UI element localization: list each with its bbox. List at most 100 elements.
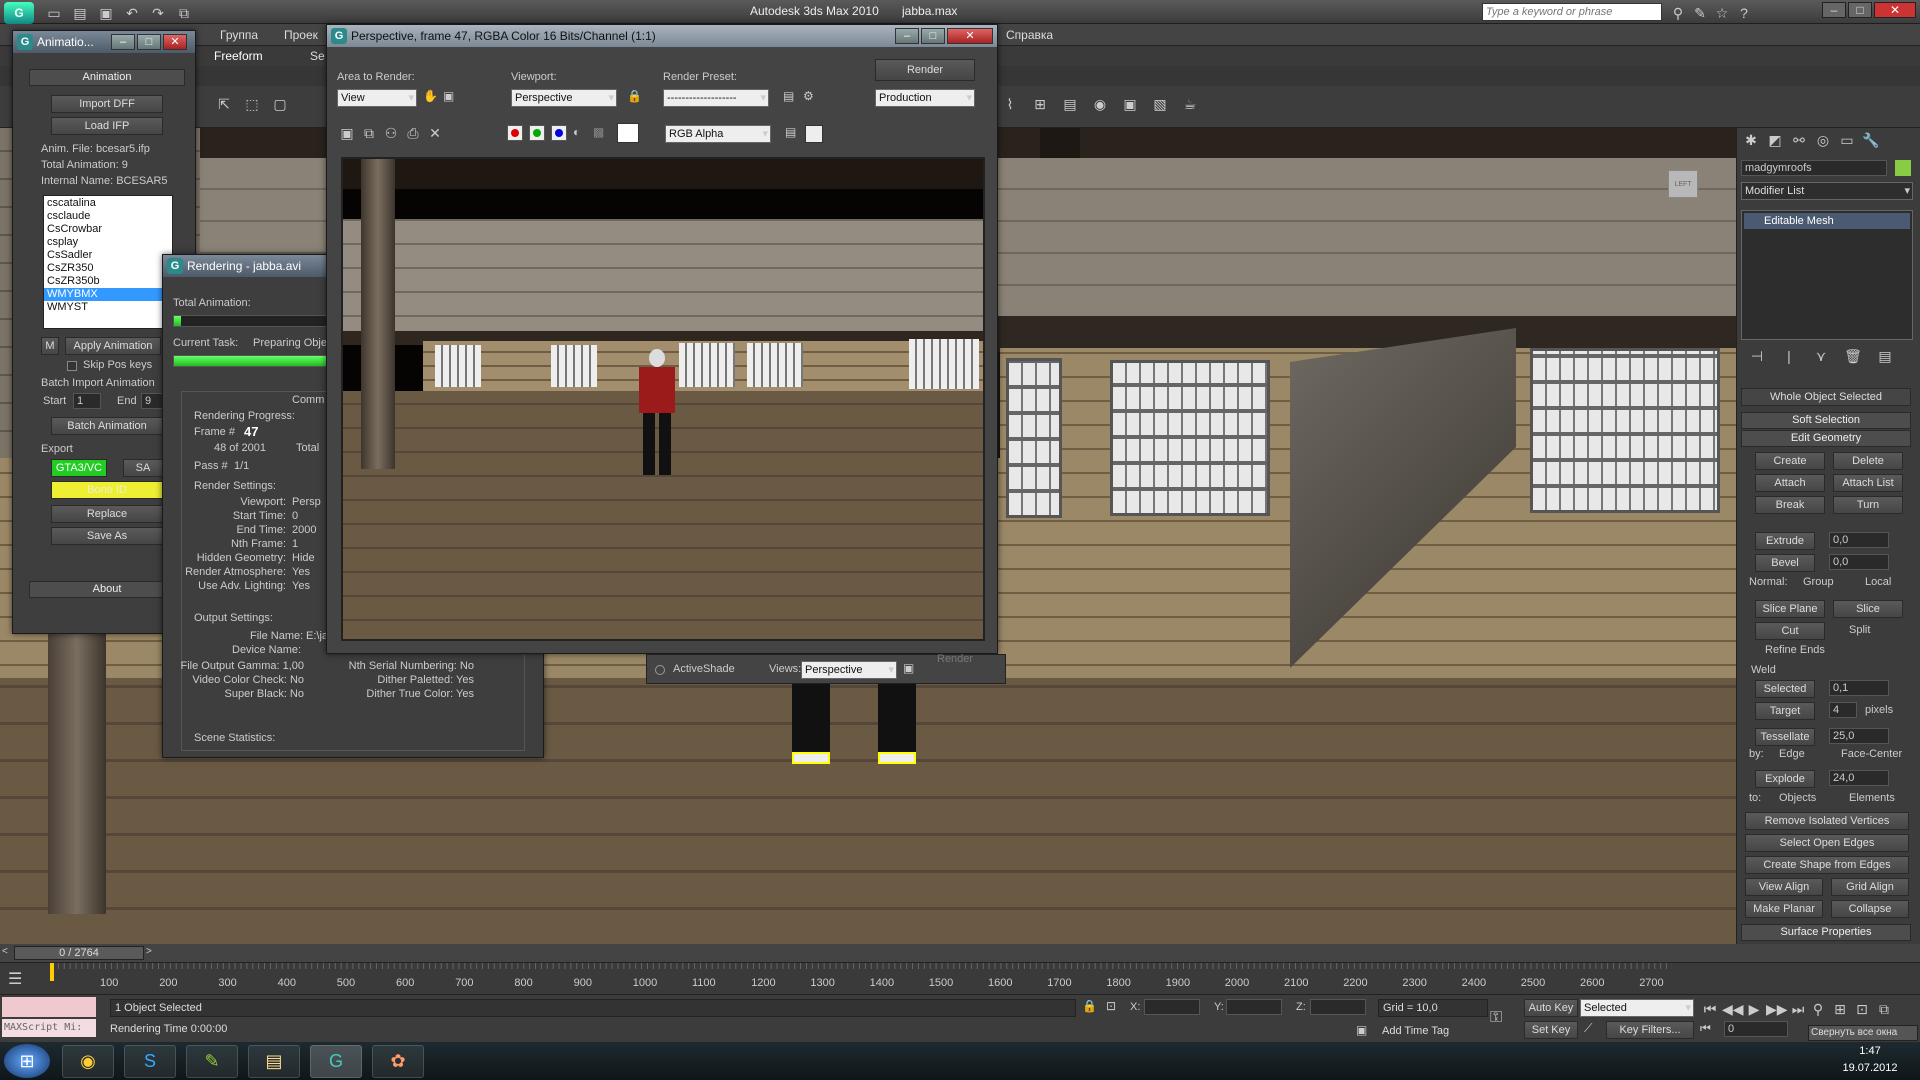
channel-display-dropdown[interactable]: RGB Alpha: [665, 125, 771, 143]
object-color-swatch[interactable]: [1895, 160, 1911, 176]
create-tab-icon[interactable]: ✱: [1741, 130, 1761, 150]
import-dff-button[interactable]: Import DFF: [51, 95, 163, 113]
layer-manager-icon[interactable]: ▤: [1060, 94, 1080, 114]
modify-tab-icon[interactable]: ◩: [1765, 130, 1785, 150]
render-button[interactable]: Render: [875, 59, 975, 81]
z-coord-field[interactable]: [1310, 999, 1366, 1015]
time-tag-icon[interactable]: ▣: [1356, 1023, 1374, 1039]
toggle-ui-icon[interactable]: [805, 125, 823, 143]
display-tab-icon[interactable]: ▭: [1837, 130, 1857, 150]
make-unique-icon[interactable]: ⋎: [1811, 346, 1831, 366]
remove-isolated-vertices-button[interactable]: Remove Isolated Vertices: [1745, 812, 1909, 830]
key-filters-button[interactable]: Key Filters...: [1606, 1021, 1694, 1039]
help-icon[interactable]: ?: [1734, 3, 1754, 23]
anim-close-button[interactable]: ✕: [163, 34, 187, 50]
animation-rollout[interactable]: Animation: [29, 69, 185, 86]
create-shape-from-edges-button[interactable]: Create Shape from Edges: [1745, 856, 1909, 874]
select-object-icon[interactable]: ⇱: [214, 94, 234, 114]
show-end-result-icon[interactable]: |: [1779, 346, 1799, 366]
binoculars-icon[interactable]: ⚲: [1668, 3, 1688, 23]
absolute-mode-icon[interactable]: ⊡: [1106, 999, 1124, 1017]
menu-project[interactable]: Проек: [284, 28, 318, 42]
edit-geometry-rollout[interactable]: Edit Geometry: [1741, 430, 1911, 447]
time-next-button[interactable]: >: [146, 946, 158, 960]
app-logo-icon[interactable]: G: [4, 2, 34, 24]
animation-list-item[interactable]: WMYBMX: [44, 288, 172, 301]
ribbon-tab-freeform[interactable]: Freeform: [214, 49, 263, 63]
slice-plane-button[interactable]: Slice Plane: [1755, 600, 1825, 618]
add-time-tag[interactable]: Add Time Tag: [1382, 1025, 1449, 1037]
menu-group[interactable]: Группа: [220, 28, 258, 42]
utilities-tab-icon[interactable]: 🔧: [1861, 130, 1881, 150]
weld-target-button[interactable]: Target: [1755, 702, 1815, 720]
key-mode-icon[interactable]: ⟋: [1584, 1021, 1602, 1039]
window-crossing-icon[interactable]: ▢: [270, 94, 290, 114]
object-name-field[interactable]: madgymroofs: [1741, 160, 1887, 176]
star-icon[interactable]: ☆: [1712, 3, 1732, 23]
make-planar-button[interactable]: Make Planar: [1745, 900, 1823, 918]
skype-icon[interactable]: S: [124, 1045, 176, 1078]
bone-id-button[interactable]: Bone ID: [51, 481, 163, 499]
delete-button[interactable]: Delete: [1833, 452, 1903, 470]
anim-maximize-button[interactable]: □: [137, 34, 161, 50]
material-editor-icon[interactable]: ◉: [1090, 94, 1110, 114]
current-frame-field[interactable]: 0: [1724, 1021, 1788, 1037]
surface-properties-rollout[interactable]: Surface Properties: [1741, 924, 1911, 941]
animation-list[interactable]: cscatalina csclaude CsCrowbar csplay CsSadle…: [43, 195, 173, 329]
local-radio[interactable]: Local: [1865, 576, 1891, 588]
menu-help[interactable]: Справка: [1006, 28, 1053, 42]
save-as-button[interactable]: Save As: [51, 527, 163, 545]
extrude-button[interactable]: Extrude: [1755, 532, 1815, 550]
window-maximize-button[interactable]: □: [1848, 2, 1872, 18]
track-bar[interactable]: ☰ 100 200 300 400 500 600 700 800 900 1000 1100 120…: [0, 962, 1920, 995]
start-button[interactable]: ⊞: [4, 1044, 50, 1078]
animation-list-item[interactable]: WMYST: [44, 301, 172, 314]
alpha-channel-icon[interactable]: ◐: [573, 125, 589, 141]
red-channel-icon[interactable]: [507, 125, 523, 141]
chrome-icon[interactable]: ◉: [62, 1045, 114, 1078]
rect-select-icon[interactable]: ⬚: [242, 94, 262, 114]
set-key-icon[interactable]: ⚿: [1490, 1009, 1516, 1027]
start-field[interactable]: 1: [73, 393, 101, 409]
blue-channel-icon[interactable]: [551, 125, 567, 141]
animation-list-item[interactable]: csplay: [44, 236, 172, 249]
frame-minimize-button[interactable]: –: [895, 28, 919, 44]
animation-list-item[interactable]: csclaude: [44, 210, 172, 223]
go-to-start-icon[interactable]: ⏮: [1700, 999, 1720, 1019]
views-dropdown[interactable]: Perspective: [801, 661, 897, 679]
render-production-icon[interactable]: ☕: [1180, 94, 1200, 114]
time-prev-button[interactable]: <: [2, 946, 14, 960]
play-icon[interactable]: ▶: [1744, 999, 1764, 1019]
next-frame-icon[interactable]: ▶▶: [1766, 999, 1788, 1019]
slice-button[interactable]: Slice: [1833, 600, 1903, 618]
pin-stack-icon[interactable]: ⊣: [1747, 346, 1767, 366]
notepad-icon[interactable]: ✎: [186, 1045, 238, 1078]
clone-frame-icon[interactable]: ⚇: [381, 123, 401, 143]
attach-button[interactable]: Attach: [1755, 474, 1825, 492]
elements-radio[interactable]: Elements: [1849, 792, 1895, 804]
auto-key-button[interactable]: Auto Key: [1524, 999, 1578, 1017]
modifier-list-dropdown[interactable]: Modifier List: [1741, 182, 1913, 200]
face-center-radio[interactable]: Face-Center: [1841, 748, 1902, 760]
green-channel-icon[interactable]: [529, 125, 545, 141]
area-to-render-dropdown[interactable]: View: [337, 89, 417, 107]
motion-tab-icon[interactable]: ◎: [1813, 130, 1833, 150]
maxscript-listener[interactable]: MAXScript Mi:: [2, 1019, 96, 1037]
window-minimize-button[interactable]: –: [1822, 2, 1846, 18]
maxscript-pink[interactable]: [2, 997, 96, 1017]
production-dropdown[interactable]: Production: [875, 89, 975, 107]
time-slider[interactable]: 0 / 2764: [14, 946, 144, 960]
m-button[interactable]: M: [41, 337, 59, 355]
window-close-button[interactable]: ✕: [1874, 2, 1916, 18]
rendered-frame-icon[interactable]: ▧: [1150, 94, 1170, 114]
animation-list-item[interactable]: cscatalina: [44, 197, 172, 210]
curve-editor-icon[interactable]: ⌇: [1000, 94, 1020, 114]
schematic-view-icon[interactable]: ⊞: [1030, 94, 1050, 114]
previous-frame-icon[interactable]: ◀◀: [1722, 999, 1744, 1019]
toggle-ui-overlay-icon[interactable]: ▤: [785, 125, 803, 143]
split-checkbox[interactable]: Split: [1849, 624, 1870, 636]
project-icon[interactable]: ⧉: [174, 3, 194, 23]
views-lock-icon[interactable]: ▣: [903, 661, 917, 677]
zoom-icon[interactable]: ⚲: [1808, 999, 1828, 1019]
monochrome-icon[interactable]: ▩: [593, 125, 609, 141]
